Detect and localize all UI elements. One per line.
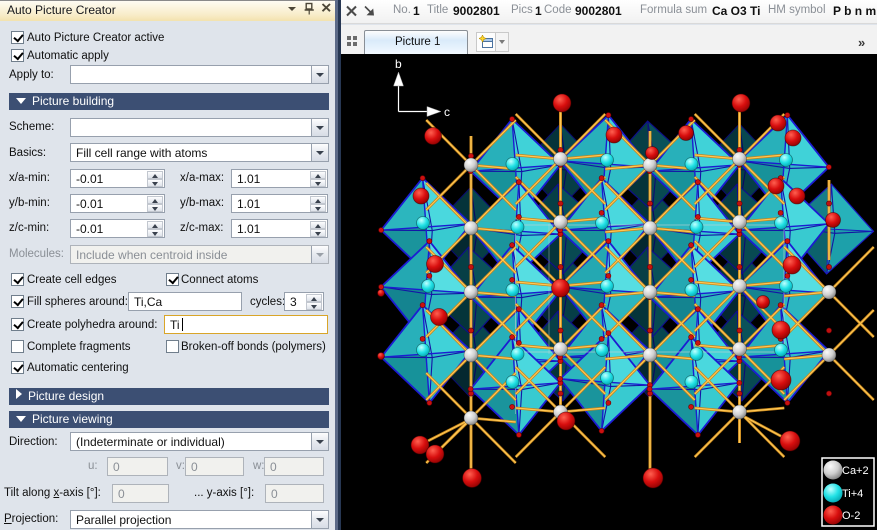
- svg-text:b: b: [395, 57, 402, 71]
- svg-text:c: c: [444, 105, 450, 119]
- svg-text:O-2: O-2: [842, 510, 860, 522]
- svg-text:Ti+4: Ti+4: [842, 488, 863, 500]
- svg-text:Ca+2: Ca+2: [842, 465, 869, 477]
